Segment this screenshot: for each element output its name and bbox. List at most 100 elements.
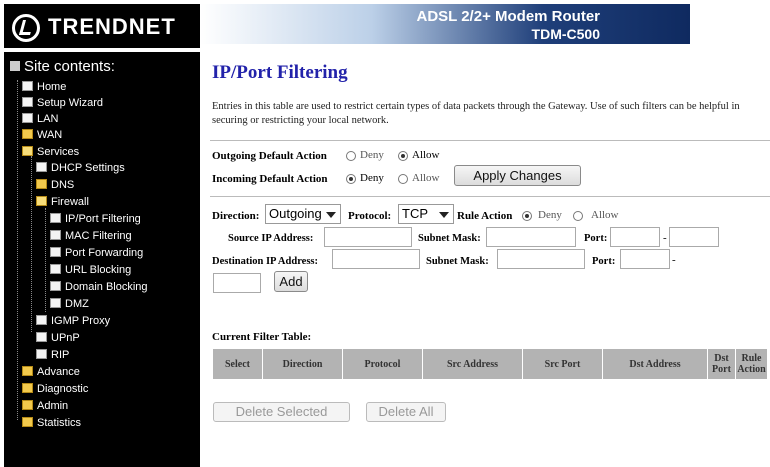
- sidebar-item-advance[interactable]: Advance: [22, 365, 80, 379]
- page-description: Entries in this table are used to restri…: [212, 101, 740, 126]
- column-header-rule-action: Rule Action: [735, 348, 768, 380]
- page-icon: [50, 213, 61, 223]
- destination-port-label: Port:: [592, 256, 616, 267]
- page-icon: [36, 332, 47, 342]
- tree-icon: [10, 61, 20, 71]
- sidebar-item-ip-port-filtering[interactable]: IP/Port Filtering: [50, 212, 141, 226]
- page-icon: [50, 247, 61, 257]
- direction-label: Direction:: [212, 210, 260, 222]
- sidebar-item-dns[interactable]: DNS: [36, 178, 74, 192]
- page-icon: [50, 230, 61, 240]
- folder-open-icon: [36, 196, 47, 206]
- sidebar-item-igmp-proxy[interactable]: IGMP Proxy: [36, 314, 110, 328]
- chevron-down-icon: [439, 212, 449, 218]
- rule-action-label: Rule Action: [457, 210, 513, 222]
- outgoing-allow-radio[interactable]: [398, 151, 408, 161]
- destination-port-end-input[interactable]: [213, 273, 261, 293]
- direction-select[interactable]: Outgoing: [265, 204, 341, 224]
- divider: [210, 140, 770, 141]
- source-port-label: Port:: [584, 233, 608, 244]
- folder-icon: [36, 179, 47, 189]
- sidebar-item-firewall[interactable]: Firewall: [36, 195, 89, 209]
- folder-open-icon: [22, 146, 33, 156]
- folder-icon: [22, 129, 33, 139]
- page-icon: [50, 281, 61, 291]
- page-icon: [22, 97, 33, 107]
- apply-changes-button[interactable]: Apply Changes: [454, 165, 581, 186]
- page-icon: [50, 298, 61, 308]
- source-port-start-input[interactable]: [610, 227, 660, 247]
- column-header-protocol: Protocol: [342, 348, 423, 380]
- current-filter-table-title: Current Filter Table:: [212, 331, 312, 343]
- folder-icon: [22, 383, 33, 393]
- chevron-down-icon: [326, 212, 336, 218]
- trendnet-logo-icon: [12, 14, 40, 42]
- product-title: ADSL 2/2+ Modem Router: [416, 8, 600, 25]
- sidebar-item-domain-blocking[interactable]: Domain Blocking: [50, 280, 148, 294]
- sidebar-item-diagnostic[interactable]: Diagnostic: [22, 382, 88, 396]
- sidebar-item-setup-wizard[interactable]: Setup Wizard: [22, 96, 103, 110]
- sidebar-item-mac-filtering[interactable]: MAC Filtering: [50, 229, 132, 243]
- outgoing-allow-label: Allow: [412, 149, 440, 161]
- sidebar-item-rip[interactable]: RIP: [36, 348, 69, 362]
- destination-port-start-input[interactable]: [620, 249, 670, 269]
- protocol-select[interactable]: TCP: [398, 204, 454, 224]
- page-icon: [22, 81, 33, 91]
- divider: [210, 196, 770, 197]
- destination-port-dash: -: [672, 254, 676, 266]
- sidebar-item-upnp[interactable]: UPnP: [36, 331, 80, 345]
- incoming-allow-radio[interactable]: [398, 174, 408, 184]
- folder-icon: [22, 366, 33, 376]
- delete-selected-button[interactable]: Delete Selected: [213, 402, 350, 422]
- delete-all-button[interactable]: Delete All: [366, 402, 446, 422]
- source-ip-input[interactable]: [324, 227, 412, 247]
- incoming-default-action-label: Incoming Default Action: [212, 173, 328, 185]
- outgoing-deny-label: Deny: [360, 149, 384, 161]
- page-icon: [36, 162, 47, 172]
- sidebar-item-dmz[interactable]: DMZ: [50, 297, 89, 311]
- sidebar-item-admin[interactable]: Admin: [22, 399, 68, 413]
- protocol-label: Protocol:: [348, 210, 392, 222]
- column-header-dst-port: Dst Port: [707, 348, 736, 380]
- header: TRENDNET ADSL 2/2+ Modem Router TDM-C500: [0, 0, 770, 48]
- column-header-dst-address: Dst Address: [602, 348, 708, 380]
- sidebar-item-port-forwarding[interactable]: Port Forwarding: [50, 246, 143, 260]
- current-filter-table: Select Direction Protocol Src Address Sr…: [212, 348, 768, 380]
- sidebar-item-dhcp-settings[interactable]: DHCP Settings: [36, 161, 125, 175]
- folder-icon: [22, 417, 33, 427]
- logo-text: TRENDNET: [48, 14, 176, 39]
- column-header-src-port: Src Port: [522, 348, 603, 380]
- column-header-src-address: Src Address: [422, 348, 523, 380]
- destination-ip-input[interactable]: [332, 249, 420, 269]
- destination-ip-label: Destination IP Address:: [212, 256, 318, 267]
- incoming-deny-label: Deny: [360, 172, 384, 184]
- source-subnet-mask-input[interactable]: [486, 227, 576, 247]
- add-button[interactable]: Add: [274, 271, 308, 292]
- destination-subnet-mask-input[interactable]: [497, 249, 585, 269]
- sidebar-item-home[interactable]: Home: [22, 80, 66, 94]
- page-icon: [36, 315, 47, 325]
- destination-subnet-mask-label: Subnet Mask:: [426, 256, 489, 267]
- sidebar-item-services[interactable]: Services: [22, 145, 79, 159]
- column-header-direction: Direction: [262, 348, 343, 380]
- outgoing-default-action-label: Outgoing Default Action: [212, 150, 327, 162]
- sidebar-item-wan[interactable]: WAN: [22, 128, 62, 142]
- incoming-allow-label: Allow: [412, 172, 440, 184]
- sidebar-item-lan[interactable]: LAN: [22, 112, 58, 126]
- product-banner: ADSL 2/2+ Modem Router TDM-C500: [200, 4, 690, 44]
- rule-deny-radio[interactable]: [522, 211, 532, 221]
- trendnet-logo: TRENDNET: [4, 4, 200, 48]
- product-model: TDM-C500: [531, 26, 600, 42]
- page-icon: [50, 264, 61, 274]
- tree-line: [17, 80, 18, 420]
- page-icon: [36, 349, 47, 359]
- sidebar-item-url-blocking[interactable]: URL Blocking: [50, 263, 131, 277]
- source-subnet-mask-label: Subnet Mask:: [418, 233, 481, 244]
- incoming-deny-radio[interactable]: [346, 174, 356, 184]
- source-port-end-input[interactable]: [669, 227, 719, 247]
- table-header-row: Select Direction Protocol Src Address Sr…: [212, 348, 768, 380]
- sidebar-item-statistics[interactable]: Statistics: [22, 416, 81, 430]
- sidebar: Site contents: Home Setup Wizard LAN WAN…: [4, 52, 200, 467]
- outgoing-deny-radio[interactable]: [346, 151, 356, 161]
- rule-allow-radio[interactable]: [573, 211, 583, 221]
